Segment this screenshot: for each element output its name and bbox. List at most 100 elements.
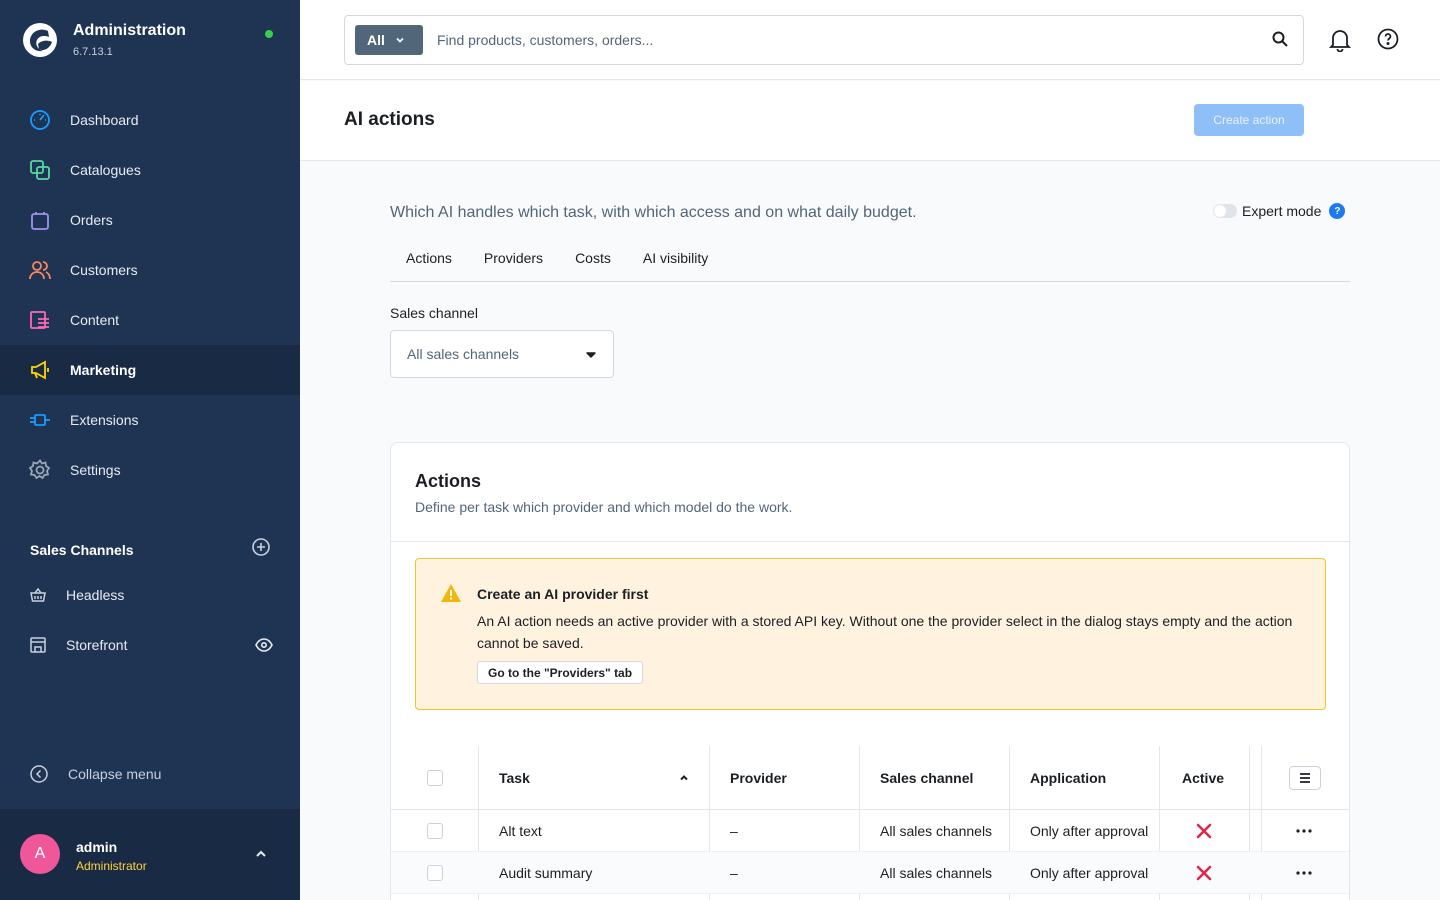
nav-item-customers[interactable]: Customers	[0, 245, 300, 295]
expert-mode-toggle[interactable]: Expert mode ?	[1213, 203, 1346, 219]
inactive-x-icon	[1195, 810, 1213, 851]
card-title: Actions	[415, 471, 482, 491]
bell-icon[interactable]	[1329, 28, 1351, 52]
tab-ai-visibility[interactable]: AI visibility	[627, 240, 724, 281]
column-header-task[interactable]: Task	[499, 746, 689, 809]
sales-channels-header: Sales Channels	[30, 538, 270, 561]
nav-label: Catalogues	[70, 162, 141, 178]
help-badge-icon[interactable]: ?	[1329, 203, 1346, 219]
sales-channel-label: Sales channel	[390, 305, 478, 321]
nav-label: Extensions	[70, 412, 139, 428]
tabs: Actions Providers Costs AI visibility	[390, 240, 1350, 282]
app-title: Administration	[73, 22, 186, 39]
actions-card: Actions Define per task which provider a…	[390, 442, 1350, 900]
user-role: Administrator	[76, 859, 147, 873]
top-bar: All	[300, 0, 1440, 80]
row-checkbox-cell	[427, 810, 443, 851]
chevron-down-icon	[395, 35, 405, 45]
cell-task[interactable]: Alt text	[499, 810, 542, 851]
basket-icon	[28, 585, 48, 605]
content-icon	[28, 308, 52, 332]
cell-application: Only after approval	[1030, 822, 1149, 839]
warning-icon	[440, 583, 462, 608]
column-settings-cell	[1289, 746, 1321, 809]
sidebar: Administration 6.7.13.1 Dashboard Catalo…	[0, 0, 300, 900]
nav-label: Orders	[70, 212, 113, 228]
search-icon[interactable]	[1271, 30, 1289, 48]
nav-item-settings[interactable]: Settings	[0, 445, 300, 495]
select-all-checkbox-cell	[427, 746, 443, 809]
table-row[interactable]: Audit summary – All sales channels Only …	[391, 852, 1349, 894]
actions-table: Task Provider Sales channel Application …	[391, 746, 1349, 900]
app-version: 6.7.13.1	[73, 46, 113, 58]
column-header-sales-channel[interactable]: Sales channel	[880, 746, 973, 809]
shopware-logo-icon	[23, 23, 57, 57]
expert-mode-switch[interactable]	[1213, 204, 1237, 218]
row-checkbox-cell	[427, 852, 443, 893]
create-action-button[interactable]: Create action	[1194, 104, 1304, 136]
help-icon[interactable]	[1377, 28, 1399, 50]
cell-application: Only after approval	[1030, 864, 1149, 881]
row-checkbox[interactable]	[427, 822, 443, 839]
customers-icon	[28, 258, 52, 282]
orders-icon	[28, 208, 52, 232]
main-nav: Dashboard Catalogues Orders Customers Co…	[0, 95, 300, 495]
column-settings-button[interactable]	[1289, 765, 1321, 790]
chevron-up-icon[interactable]	[254, 847, 268, 866]
nav-label: Settings	[70, 462, 121, 478]
alert-text: An AI action needs an active provider wi…	[477, 613, 1293, 651]
cell-task[interactable]: Audit summary	[499, 852, 592, 893]
search-input[interactable]	[437, 28, 1237, 52]
column-label: Task	[499, 769, 530, 786]
sales-channel-select[interactable]: All sales channels	[390, 330, 614, 378]
search-scope-dropdown[interactable]: All	[355, 25, 423, 55]
card-subtitle: Define per task which provider and which…	[415, 499, 793, 515]
column-header-application[interactable]: Application	[1030, 746, 1106, 809]
search-scope-label: All	[367, 32, 385, 48]
select-all-checkbox[interactable]	[427, 769, 443, 786]
tab-costs[interactable]: Costs	[559, 240, 627, 281]
sales-channel-label: Storefront	[66, 637, 128, 653]
column-header-active[interactable]: Active	[1182, 746, 1224, 809]
cell-provider: –	[730, 864, 738, 881]
sales-channel-item-headless[interactable]: Headless	[28, 585, 273, 605]
cell-sales-channel: All sales channels	[880, 822, 993, 839]
tab-actions[interactable]: Actions	[390, 240, 468, 281]
catalogue-icon	[28, 158, 52, 182]
inactive-x-icon	[1195, 852, 1213, 893]
table-row[interactable]: Alt text – All sales channels Only after…	[391, 810, 1349, 852]
table-header-row: Task Provider Sales channel Application …	[391, 746, 1349, 810]
add-sales-channel-icon[interactable]	[252, 538, 270, 561]
nav-label: Content	[70, 312, 120, 328]
nav-item-dashboard[interactable]: Dashboard	[0, 95, 300, 145]
sales-channel-label: Headless	[66, 587, 125, 603]
sort-ascending-icon[interactable]	[679, 773, 689, 783]
cell-sales-channel: All sales channels	[880, 864, 993, 881]
sales-channel-value: All sales channels	[407, 346, 520, 362]
eye-icon[interactable]	[255, 638, 273, 652]
brand[interactable]: Administration 6.7.13.1	[22, 22, 186, 58]
nav-item-catalogues[interactable]: Catalogues	[0, 145, 300, 195]
global-search: All	[344, 15, 1304, 65]
sales-channels-title: Sales Channels	[30, 541, 134, 558]
go-to-providers-button[interactable]: Go to the "Providers" tab	[477, 661, 644, 684]
nav-label: Dashboard	[70, 112, 139, 128]
nav-item-content[interactable]: Content	[0, 295, 300, 345]
warning-alert: Create an AI provider first An AI action…	[415, 558, 1326, 710]
nav-item-marketing[interactable]: Marketing	[0, 345, 300, 395]
nav-item-extensions[interactable]: Extensions	[0, 395, 300, 445]
row-actions-icon[interactable]	[1296, 810, 1312, 851]
sales-channel-item-storefront[interactable]: Storefront	[28, 635, 273, 655]
tab-providers[interactable]: Providers	[468, 240, 559, 281]
row-checkbox[interactable]	[427, 864, 443, 881]
collapse-menu-button[interactable]: Collapse menu	[30, 765, 161, 783]
page-header: AI actions Create action	[300, 81, 1440, 161]
nav-label: Customers	[70, 262, 138, 278]
column-header-provider[interactable]: Provider	[730, 746, 787, 809]
intro-text: Which AI handles which task, with which …	[390, 204, 917, 221]
collapse-left-icon	[30, 765, 48, 783]
row-actions-icon[interactable]	[1296, 852, 1312, 893]
nav-item-orders[interactable]: Orders	[0, 195, 300, 245]
user-menu[interactable]: A admin Administrator	[0, 809, 300, 900]
cell-provider: –	[730, 822, 738, 839]
